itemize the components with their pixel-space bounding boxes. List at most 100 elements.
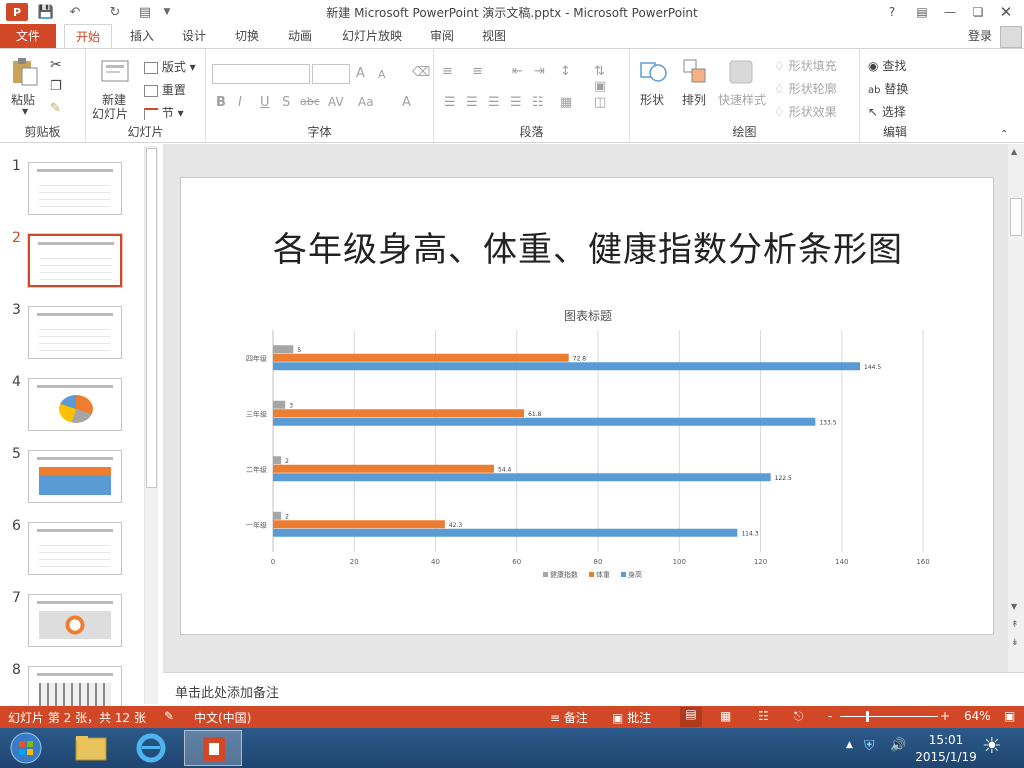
shapes-icon[interactable] [638,57,668,87]
slide-thumbnail[interactable] [28,522,122,575]
new-slide-icon[interactable] [100,57,130,87]
bar[interactable] [273,353,569,362]
bar[interactable] [273,464,494,473]
shape-fill-button[interactable]: ♢ 形状填充 [774,57,837,74]
avatar[interactable] [1000,26,1022,48]
zoom-slider-thumb[interactable] [866,711,869,722]
tab-file[interactable]: 文件 [0,24,56,48]
tab-review[interactable]: 审阅 [424,24,460,48]
bold-button[interactable]: B [216,95,226,110]
bar[interactable] [273,528,738,537]
slideshow-view-icon[interactable]: ⎋ [794,709,804,724]
login-link[interactable]: 登录 [962,24,998,48]
scroll-up-icon[interactable]: ▲ [1011,147,1017,156]
next-slide-icon[interactable]: ↡ [1011,638,1019,648]
minimize-button[interactable]: — [938,2,962,22]
font-name-combobox[interactable] [212,64,310,84]
zoom-level[interactable]: 64% [964,709,991,723]
fit-to-window-icon[interactable]: ▣ [1004,709,1015,723]
clock-time[interactable]: 15:01 [916,733,976,747]
arrange-icon[interactable] [680,57,710,87]
change-case-button[interactable]: Aa [358,95,374,109]
line-spacing-icon[interactable]: ↕ [560,64,571,79]
replace-button[interactable]: ab 替换 [868,80,908,97]
layout-button[interactable]: 版式 ▾ [144,58,196,75]
arrange-button[interactable]: 排列 [682,91,706,108]
grow-font-button[interactable]: A [356,66,365,81]
slide-thumbnail[interactable] [28,306,122,359]
slide-sorter-icon[interactable]: ▦ [720,709,731,723]
align-center-icon[interactable]: ☰ [466,95,478,110]
volume-icon[interactable]: 🔊 [890,738,906,753]
format-painter-icon[interactable]: ✎ [50,101,61,116]
slide-thumbnail[interactable] [27,233,123,288]
quick-styles-icon[interactable] [726,57,756,87]
ie-taskbar-button[interactable] [122,730,180,766]
help-button[interactable]: ? [880,2,904,22]
normal-view-icon[interactable]: ▤ [680,707,702,727]
editor-scroll-thumb[interactable] [1010,198,1022,236]
italic-button[interactable]: I [238,95,242,110]
reset-button[interactable]: 重置 [144,81,186,98]
font-size-combobox[interactable] [312,64,350,84]
find-button[interactable]: ◉ 查找 [868,57,906,74]
notes-pane[interactable]: 单击此处添加备注 [163,672,1024,706]
tab-design[interactable]: 设计 [176,24,212,48]
close-button[interactable]: ✕ [994,2,1018,22]
increase-indent-icon[interactable]: ⇥ [534,64,545,79]
paste-button[interactable]: 粘贴 [11,91,35,108]
tab-slideshow[interactable]: 幻灯片放映 [336,24,408,48]
bar[interactable] [273,473,771,482]
slide-thumbnail[interactable] [28,594,122,647]
tab-animations[interactable]: 动画 [282,24,318,48]
collapse-ribbon-icon[interactable]: ⌃ [1000,129,1008,140]
scroll-down-icon[interactable]: ▼ [1011,602,1017,611]
bar[interactable] [273,362,861,371]
restore-button[interactable]: ❏ [966,2,990,22]
spellcheck-icon[interactable]: ✎ [164,709,174,723]
shadow-button[interactable]: S [282,95,290,110]
align-left-icon[interactable]: ☰ [444,95,456,110]
language-indicator[interactable]: 中文(中国) [194,709,251,726]
slide-canvas[interactable]: 各年级身高、体重、健康指数分析条形图 图表标题 0 20 40 60 80 100 120 1… [180,177,994,635]
decrease-indent-icon[interactable]: ⇤ [512,64,523,79]
underline-button[interactable]: U [260,95,270,110]
paste-icon[interactable] [10,57,40,87]
zoom-in-button[interactable]: + [940,709,950,723]
columns-icon[interactable]: ▦ [560,95,572,110]
thumbnail-scroll-thumb[interactable] [146,148,157,488]
section-button[interactable]: 节 ▾ [144,104,184,121]
clear-formatting-icon[interactable]: ⌫ [412,65,430,80]
bar-chart[interactable]: 0 20 40 60 80 100 120 140 160 一年级 2 42.3 114.3 二年级 2 54… [181,178,995,636]
font-color-button[interactable]: A [402,95,411,110]
bar[interactable] [273,417,816,426]
previous-slide-icon[interactable]: ↟ [1011,620,1019,630]
smartart-icon[interactable]: ◫ [594,95,606,110]
start-button[interactable] [0,730,52,766]
tab-transitions[interactable]: 切换 [229,24,265,48]
bar[interactable] [273,456,282,465]
slide-thumbnail[interactable] [28,378,122,431]
new-slide-dropdown[interactable]: 幻灯片 [92,105,128,122]
select-button[interactable]: ↖ 选择 [868,103,906,120]
shrink-font-button[interactable]: A [378,68,386,81]
bar[interactable] [273,520,445,529]
clock-date[interactable]: 2015/1/19 [912,750,980,764]
weather-icon[interactable]: ☀ [982,734,1002,759]
quick-styles-button[interactable]: 快速样式 [718,91,766,108]
cut-icon[interactable]: ✂ [50,57,62,73]
text-direction-icon[interactable]: ⇅ [594,64,605,79]
tab-view[interactable]: 视图 [476,24,512,48]
editor-scrollbar[interactable]: ▲ ▼ ↟ ↡ [1008,144,1024,672]
show-hidden-icons-icon[interactable]: ▲ [846,740,853,750]
bar[interactable] [273,409,525,418]
security-shield-icon[interactable]: ⛨ [864,738,875,754]
file-explorer-taskbar-button[interactable] [62,730,120,766]
distributed-icon[interactable]: ☷ [532,95,544,110]
numbering-icon[interactable]: ≡ [472,64,483,79]
align-text-icon[interactable]: ▣ [594,79,606,94]
align-right-icon[interactable]: ☰ [488,95,500,110]
notes-toggle[interactable]: ≡ 备注 [550,709,588,726]
justify-icon[interactable]: ☰ [510,95,522,110]
shapes-button[interactable]: 形状 [640,91,664,108]
